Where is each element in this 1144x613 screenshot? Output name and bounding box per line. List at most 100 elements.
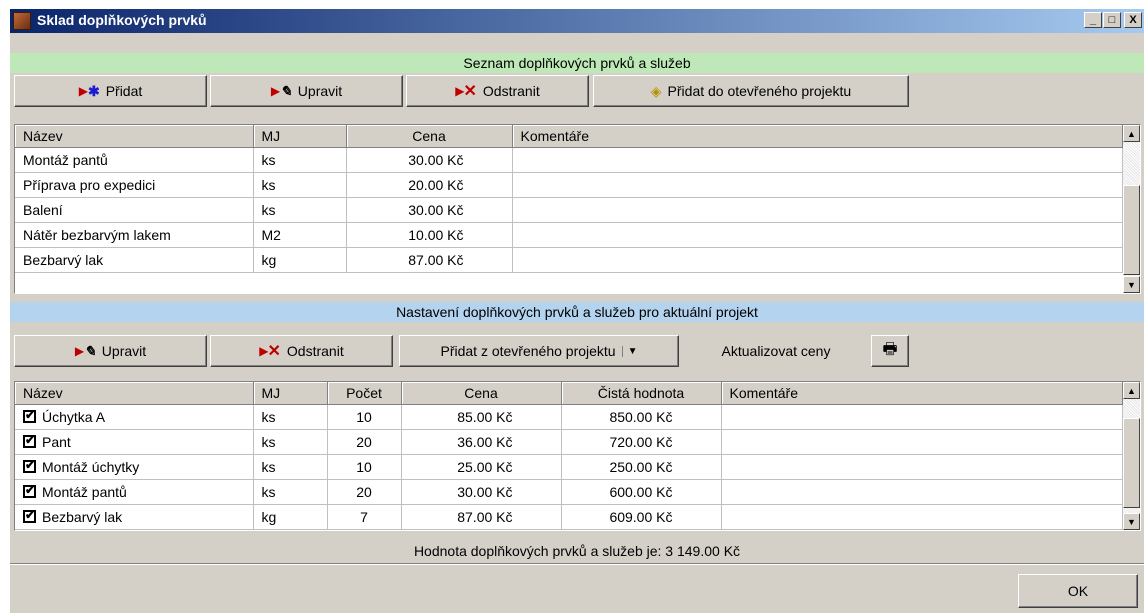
cell-net-value: 720.00 Kč	[561, 429, 722, 455]
scroll-up-icon[interactable]: ▲	[1123, 125, 1140, 142]
scroll-down-icon[interactable]: ▼	[1123, 513, 1140, 530]
checkbox[interactable]	[23, 433, 36, 448]
column-header-comment[interactable]: Komentáře	[721, 382, 1123, 405]
cell-comment	[721, 454, 1123, 480]
cell-name: Bezbarvý lak	[15, 247, 254, 273]
project-remove-button[interactable]: ▶ ✕ Odstranit	[210, 335, 393, 367]
project-edit-button[interactable]: ▶ ✎ Upravit	[14, 335, 207, 367]
scroll-thumb[interactable]	[1123, 185, 1140, 275]
cell-count: 10	[327, 404, 402, 430]
column-header-price[interactable]: Cena	[401, 382, 562, 405]
cell-unit: ks	[253, 454, 328, 480]
cell-name-text: Pant	[42, 434, 71, 450]
column-header-net-value[interactable]: Čistá hodnota	[561, 382, 722, 405]
column-header-comment[interactable]: Komentáře	[512, 125, 1123, 148]
column-header-name[interactable]: Název	[15, 382, 254, 405]
divider	[10, 563, 1144, 565]
box-add-icon: ◈	[650, 82, 662, 99]
title-bar[interactable]: Sklad doplňkových prvků _ □ X	[10, 9, 1144, 33]
table-row[interactable]: Úchytka A ks 10 85.00 Kč 850.00 Kč	[15, 404, 1123, 430]
arrow-right-icon: ▶	[78, 84, 88, 98]
cell-price: 87.00 Kč	[346, 247, 513, 273]
pencil-icon: ✎	[84, 342, 96, 359]
cross-icon: ✕	[267, 343, 281, 360]
checkbox[interactable]	[23, 508, 36, 523]
cross-icon: ✕	[463, 83, 477, 100]
add-from-project-dropdown[interactable]: Přidat z otevřeného projektu ▼	[399, 335, 679, 367]
add-to-project-label: Přidat do otevřeného projektu	[667, 83, 852, 99]
add-button[interactable]: ▶ ✱ Přidat	[14, 75, 207, 107]
cell-comment	[512, 222, 1123, 248]
update-prices-button[interactable]: Aktualizovat ceny	[682, 335, 870, 367]
printer-icon: 🖶	[882, 340, 898, 358]
scroll-down-icon[interactable]: ▼	[1123, 276, 1140, 293]
cell-price: 30.00 Kč	[346, 147, 513, 173]
cell-count: 20	[327, 479, 402, 505]
table-row[interactable]: Nátěr bezbarvým lakem M2 10.00 Kč	[15, 222, 1123, 248]
table-row[interactable]: Příprava pro expedici ks 20.00 Kč	[15, 172, 1123, 198]
cell-unit: ks	[253, 147, 347, 173]
column-header-name[interactable]: Název	[15, 125, 254, 148]
window-title: Sklad doplňkových prvků	[37, 12, 207, 28]
cell-price: 87.00 Kč	[401, 504, 562, 530]
checkbox[interactable]	[23, 408, 36, 423]
project-scrollbar[interactable]: ▲ ▼	[1123, 382, 1140, 530]
table-row[interactable]: Bezbarvý lak kg 7 87.00 Kč 609.00 Kč	[15, 504, 1123, 530]
cell-name: Nátěr bezbarvým lakem	[15, 222, 254, 248]
table-row[interactable]: Montáž pantů ks 30.00 Kč	[15, 147, 1123, 173]
cell-unit: ks	[253, 404, 328, 430]
minimize-button[interactable]: _	[1084, 12, 1102, 28]
cell-name: Montáž pantů	[15, 479, 254, 505]
remove-button[interactable]: ▶ ✕ Odstranit	[406, 75, 589, 107]
table-row[interactable]: Montáž úchytky ks 10 25.00 Kč 250.00 Kč	[15, 454, 1123, 480]
checkbox[interactable]	[23, 458, 36, 473]
column-header-count[interactable]: Počet	[327, 382, 402, 405]
catalog-table[interactable]: Název MJ Cena Komentáře Montáž pantů ks …	[14, 124, 1141, 294]
app-icon	[13, 12, 31, 30]
table-row[interactable]: Montáž pantů ks 20 30.00 Kč 600.00 Kč	[15, 479, 1123, 505]
dialog-window: Sklad doplňkových prvků _ □ X Seznam dop…	[9, 8, 1144, 613]
scroll-up-icon[interactable]: ▲	[1123, 382, 1140, 399]
cell-count: 20	[327, 429, 402, 455]
table-row[interactable]: Balení ks 30.00 Kč	[15, 197, 1123, 223]
arrow-right-icon: ▶	[270, 84, 281, 98]
cell-unit: kg	[253, 247, 347, 273]
cell-comment	[721, 479, 1123, 505]
cell-comment	[512, 197, 1123, 223]
pencil-icon: ✎	[280, 82, 292, 99]
cell-name-text: Montáž úchytky	[42, 459, 140, 475]
maximize-button[interactable]: □	[1103, 12, 1121, 28]
cell-name: Montáž úchytky	[15, 454, 254, 480]
cell-count: 7	[327, 504, 402, 530]
scroll-thumb[interactable]	[1123, 418, 1140, 508]
catalog-scrollbar[interactable]: ▲ ▼	[1123, 125, 1140, 293]
column-header-unit[interactable]: MJ	[253, 125, 347, 148]
add-from-project-label: Přidat z otevřeného projektu	[440, 343, 616, 359]
edit-button[interactable]: ▶ ✎ Upravit	[210, 75, 403, 107]
dropdown-arrow-icon: ▼	[621, 345, 638, 357]
ok-button[interactable]: OK	[1018, 574, 1138, 608]
add-to-project-button[interactable]: ◈ Přidat do otevřeného projektu	[593, 75, 909, 107]
cell-name: Montáž pantů	[15, 147, 254, 173]
print-button[interactable]: 🖶	[871, 335, 909, 367]
project-edit-label: Upravit	[101, 343, 147, 359]
column-header-price[interactable]: Cena	[346, 125, 513, 148]
project-section-header: Nastavení doplňkových prvků a služeb pro…	[10, 302, 1144, 322]
cell-price: 30.00 Kč	[401, 479, 562, 505]
cell-comment	[512, 247, 1123, 273]
table-row[interactable]: Bezbarvý lak kg 87.00 Kč	[15, 247, 1123, 273]
cell-unit: ks	[253, 197, 347, 223]
checkbox[interactable]	[23, 483, 36, 498]
cell-price: 85.00 Kč	[401, 404, 562, 430]
table-row[interactable]: Pant ks 20 36.00 Kč 720.00 Kč	[15, 429, 1123, 455]
cell-name: Balení	[15, 197, 254, 223]
column-header-unit[interactable]: MJ	[253, 382, 328, 405]
close-button[interactable]: X	[1124, 12, 1142, 28]
project-table[interactable]: Název MJ Počet Cena Čistá hodnota Koment…	[14, 381, 1141, 531]
cell-name-text: Bezbarvý lak	[42, 509, 123, 525]
cell-comment	[512, 147, 1123, 173]
cell-price: 20.00 Kč	[346, 172, 513, 198]
edit-button-label: Upravit	[297, 83, 343, 99]
cell-unit: M2	[253, 222, 347, 248]
cell-net-value: 600.00 Kč	[561, 479, 722, 505]
